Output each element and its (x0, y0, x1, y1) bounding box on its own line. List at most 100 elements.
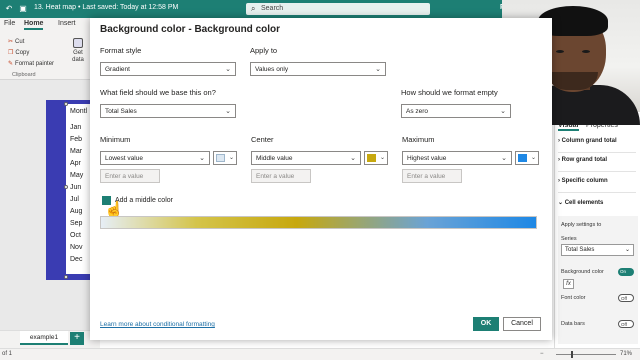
center-label: Center (251, 135, 274, 144)
minimum-color-swatch (216, 154, 225, 162)
tab-insert[interactable]: Insert (58, 20, 76, 27)
minimum-color-picker[interactable]: ⌄ (213, 151, 237, 165)
fx-icon[interactable]: fx (563, 279, 574, 289)
chevron-down-icon: ⌄ (228, 155, 234, 161)
minimum-dropdown[interactable]: Lowest value ⌄ (100, 151, 210, 165)
section-column-grand-total[interactable]: › Column grand total (558, 138, 617, 144)
minimum-label: Minimum (100, 135, 131, 144)
base-field-label: What field should we base this on? (100, 88, 216, 97)
cut-label: Cut (15, 39, 25, 45)
chevron-down-icon: ⌄ (379, 155, 385, 161)
section-specific-column[interactable]: › Specific column (558, 178, 608, 184)
cancel-button[interactable]: Cancel (503, 317, 541, 331)
apply-settings-label: Apply settings to (561, 222, 602, 228)
scissors-icon: ✂ (8, 39, 14, 45)
apply-to-dropdown[interactable]: Values only ⌄ (250, 62, 386, 76)
series-label: Series (561, 236, 577, 242)
chevron-down-icon: ⌄ (501, 155, 507, 162)
maximum-value: Highest value (407, 155, 447, 162)
copy-button[interactable]: ❐ Copy (8, 49, 29, 56)
section-label: Row grand total (561, 157, 608, 163)
gradient-preview (100, 216, 537, 229)
resize-handle[interactable] (64, 275, 68, 279)
format-painter-label: Format painter (15, 61, 55, 67)
section-label: Cell elements (564, 200, 604, 206)
chevron-down-icon: ⌄ (500, 108, 506, 115)
undo-icon[interactable]: ↶ (4, 3, 14, 13)
ok-button[interactable]: OK (473, 317, 499, 331)
chevron-down-icon: ⌄ (350, 155, 356, 162)
matrix-row-label: Sep (70, 220, 83, 227)
section-row-grand-total[interactable]: › Row grand total (558, 157, 607, 163)
tab-file[interactable]: File (4, 20, 15, 27)
learn-more-link[interactable]: Learn more about conditional formatting (100, 321, 215, 328)
minimum-value: Lowest value (105, 155, 143, 162)
chevron-down-icon: ⌄ (225, 66, 231, 73)
maximum-value-input[interactable]: Enter a value (402, 169, 462, 183)
matrix-row-label: Apr (70, 160, 81, 167)
copy-label: Copy (15, 50, 30, 56)
matrix-row-label: Oct (70, 232, 81, 239)
chevron-down-icon: ⌄ (199, 155, 205, 162)
zoom-out-icon[interactable]: − (540, 351, 544, 357)
center-dropdown[interactable]: Middle value ⌄ (251, 151, 361, 165)
font-color-toggle[interactable]: Off (618, 294, 634, 302)
minimum-value-input[interactable]: Enter a value (100, 169, 160, 183)
chevron-down-icon: ⌄ (375, 66, 381, 73)
center-color-picker[interactable]: ⌄ (364, 151, 388, 165)
matrix-row-label: Dec (70, 256, 83, 263)
series-select[interactable]: Total Sales ⌄ (561, 244, 634, 256)
search-box[interactable]: ⌕ Search (246, 3, 430, 15)
center-input-placeholder: Enter a value (256, 173, 295, 180)
resize-handle[interactable] (64, 185, 68, 189)
divider (558, 192, 636, 193)
ribbon: File Home Insert ✂ Cut ❐ Copy ✎ Format pain… (0, 18, 100, 80)
add-page-button[interactable]: + (70, 332, 84, 345)
resize-handle[interactable] (64, 102, 68, 106)
maximum-input-placeholder: Enter a value (407, 173, 446, 180)
get-data-label-1: Get (73, 50, 83, 56)
chevron-down-icon: ⌄ (624, 247, 630, 253)
background-color-label: Background color (561, 269, 604, 275)
page-tab-example1[interactable]: example1 (20, 331, 68, 345)
minimum-input-placeholder: Enter a value (105, 173, 144, 180)
empty-values-dropdown[interactable]: As zero ⌄ (401, 104, 511, 118)
paintbrush-icon: ✎ (8, 61, 14, 67)
maximum-dropdown[interactable]: Highest value ⌄ (402, 151, 512, 165)
maximum-label: Maximum (402, 135, 435, 144)
get-data-label-2: data (72, 57, 84, 63)
maximum-color-picker[interactable]: ⌄ (515, 151, 539, 165)
apply-to-label: Apply to (250, 46, 278, 55)
save-icon[interactable]: ▣ (18, 3, 28, 13)
format-style-dropdown[interactable]: Gradient ⌄ (100, 62, 236, 76)
clipboard-group-label: Clipboard (12, 72, 36, 78)
zoom-slider[interactable] (556, 354, 616, 355)
divider (558, 171, 636, 172)
page-count: of 1 (2, 351, 13, 357)
zoom-level: 71% (620, 351, 633, 357)
maximum-color-swatch (518, 154, 527, 162)
get-data-button[interactable]: Get data (66, 38, 90, 64)
empty-values-value: As zero (406, 108, 429, 115)
center-value-input[interactable]: Enter a value (251, 169, 311, 183)
data-bars-toggle[interactable]: Off (618, 320, 634, 328)
divider (558, 152, 636, 153)
tab-home[interactable]: Home (24, 20, 44, 30)
apply-to-value: Values only (255, 66, 289, 73)
chevron-down-icon: ⌄ (530, 155, 536, 161)
base-field-value: Total Sales (105, 108, 137, 115)
database-icon (73, 38, 83, 48)
background-color-toggle[interactable]: On (618, 268, 634, 276)
empty-values-label: How should we format empty (401, 88, 498, 97)
matrix-row-label: May (70, 172, 84, 179)
zoom-slider-thumb[interactable] (571, 351, 573, 358)
cut-button[interactable]: ✂ Cut (8, 38, 24, 45)
dialog-title: Background color - Background color (100, 24, 281, 35)
webcam-person-eye (556, 50, 564, 53)
section-cell-elements[interactable]: ⌄ Cell elements (558, 199, 603, 206)
window-title: 13. Heat map • Last saved: Today at 12:5… (34, 4, 179, 11)
matrix-header: Montl (70, 108, 88, 115)
center-value: Middle value (256, 155, 293, 162)
format-painter-button[interactable]: ✎ Format painter (8, 60, 54, 67)
base-field-dropdown[interactable]: Total Sales ⌄ (100, 104, 236, 118)
